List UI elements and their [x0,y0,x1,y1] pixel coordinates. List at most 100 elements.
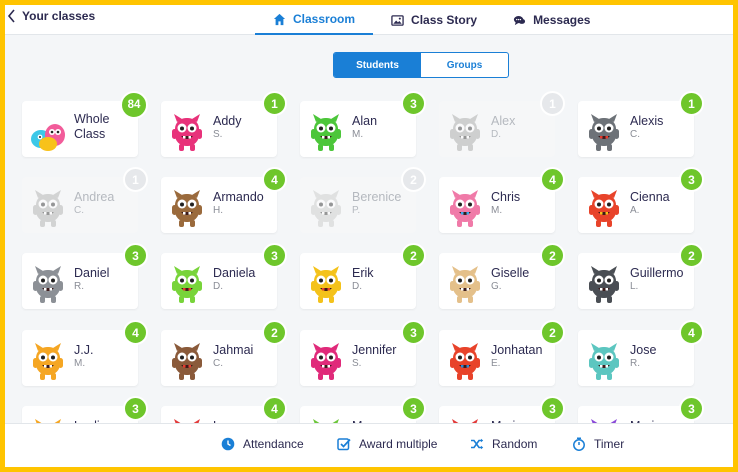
student-card[interactable]: Andrea C. 1 [22,167,148,233]
student-name: Jonhatan [491,343,543,357]
student-card[interactable]: Addy S. 1 [161,91,287,157]
stopwatch-icon [573,437,585,451]
monster-avatar [167,261,207,305]
points-badge: 1 [262,91,287,116]
student-last-initial: R. [630,358,640,369]
student-card[interactable]: Giselle G. 2 [439,243,565,309]
points-badge: 2 [540,320,565,345]
student-name: Cienna [630,190,670,204]
points-badge: 84 [120,91,148,119]
points-badge: 2 [679,243,704,268]
monster-avatar [445,185,485,229]
monster-avatar [167,185,207,229]
student-card[interactable]: Jennifer S. 3 [300,320,426,386]
student-name: Giselle [491,266,530,280]
student-card[interactable]: Erik D. 2 [300,243,426,309]
monster-avatar [167,338,207,382]
monster-avatar [584,414,624,423]
student-name: Daniela [213,266,256,280]
student-card[interactable]: Alexis C. 1 [578,91,704,157]
points-badge: 2 [401,243,426,268]
student-last-initial: G. [491,281,502,292]
student-card[interactable]: Leslie3 [22,396,148,423]
monster-avatar [445,338,485,382]
student-name: Andrea [74,190,115,204]
student-card[interactable]: Jahmai C. 2 [161,320,287,386]
student-card[interactable]: Daniel R. 3 [22,243,148,309]
student-last-initial: R. [74,281,84,292]
points-badge: 3 [262,243,287,268]
student-card[interactable]: Armando H. 4 [161,167,287,233]
random-label: Random [492,437,538,451]
app-frame: Your classes Classroom Class Story Messa… [5,5,733,467]
monster-avatar [306,185,346,229]
clock-icon [221,437,235,451]
points-badge: 4 [262,167,287,192]
points-badge: 4 [123,320,148,345]
student-last-initial: C. [213,358,223,369]
student-last-initial: C. [74,205,84,216]
student-name: Chris [491,190,521,204]
points-badge: 1 [540,91,565,116]
points-badge: 3 [540,396,565,421]
student-card[interactable]: Lucero4 [161,396,287,423]
student-last-initial: D. [491,129,501,140]
student-name: Jose [630,343,657,357]
points-badge: 4 [262,396,287,421]
student-card[interactable]: Alex D. 1 [439,91,565,157]
points-badge: 4 [540,167,565,192]
student-card[interactable]: Maggy3 [300,396,426,423]
student-name: Jennifer [352,343,397,357]
student-card[interactable]: Marina3 [578,396,704,423]
points-badge: 3 [401,396,426,421]
student-card[interactable]: Cienna A. 3 [578,167,704,233]
student-name: Alexis [630,114,664,128]
monster-avatar [445,261,485,305]
student-card[interactable]: Jose R. 4 [578,320,704,386]
award-multiple-label: Award multiple [359,437,438,451]
student-card[interactable]: Berenice P. 2 [300,167,426,233]
student-last-initial: S. [352,358,362,369]
attendance-label: Attendance [243,437,304,451]
monster-avatar [445,414,485,423]
student-last-initial: A. [630,205,640,216]
monster-avatar [584,261,624,305]
student-card[interactable]: Chris M. 4 [439,167,565,233]
student-card[interactable]: Alan M. 3 [300,91,426,157]
monster-avatar [445,109,485,153]
points-badge: 2 [262,320,287,345]
students-toggle-button[interactable]: Students [334,53,421,77]
checkbox-icon [337,438,351,451]
monster-avatar [28,414,68,423]
student-last-initial: M. [74,358,86,369]
student-name: Alex [491,114,516,128]
random-button[interactable]: Random [470,437,537,451]
points-badge: 3 [401,91,426,116]
bottom-toolbar: Attendance Award multiple Random Timer [5,423,733,467]
whole-class-card[interactable]: Whole Class 84 [22,91,148,157]
student-card[interactable]: Jonhatan E. 2 [439,320,565,386]
attendance-button[interactable]: Attendance [221,437,304,451]
student-last-initial: M. [352,129,364,140]
points-badge: 3 [123,243,148,268]
student-card[interactable]: Daniela D. 3 [161,243,287,309]
student-card[interactable]: J.J. M. 4 [22,320,148,386]
award-multiple-button[interactable]: Award multiple [337,437,437,451]
groups-toggle-button[interactable]: Groups [421,53,508,77]
timer-button[interactable]: Timer [572,437,624,451]
student-last-initial: M. [491,205,503,216]
student-card[interactable]: Maria3 [439,396,565,423]
class-avatar [28,109,68,153]
points-badge: 3 [401,320,426,345]
student-last-initial: D. [352,281,362,292]
shuffle-icon [471,438,484,450]
timer-label: Timer [594,437,625,451]
student-name: Whole Class [74,112,110,141]
student-last-initial: L. [630,281,639,292]
student-name: Jahmai [213,343,254,357]
points-badge: 3 [123,396,148,421]
student-card[interactable]: Guillermo L. 2 [578,243,704,309]
student-name: Guillermo [630,266,684,280]
student-name: Berenice [352,190,402,204]
monster-avatar [306,261,346,305]
